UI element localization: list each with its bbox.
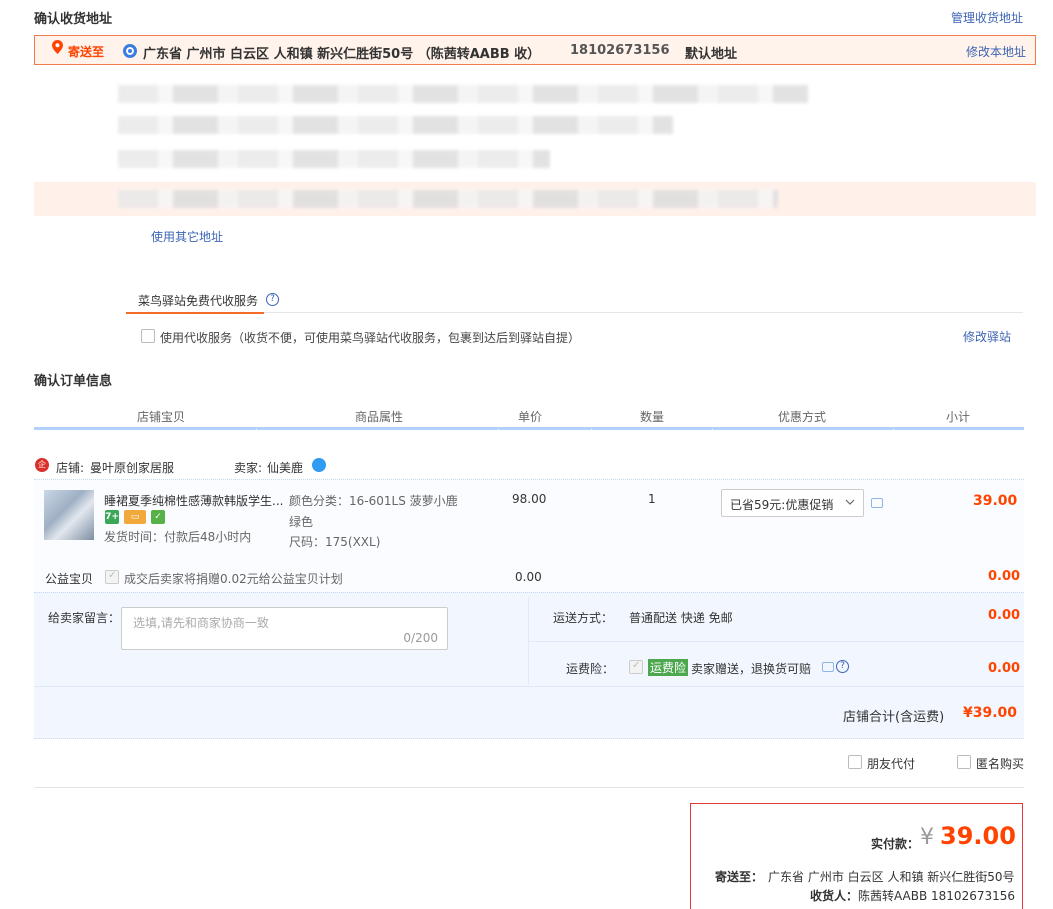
pay-receiver-value: 陈茜转AABB 18102673156 xyxy=(858,889,1016,903)
seller-message-input[interactable]: 选填,请先和商家协商一致 0/200 xyxy=(121,607,448,650)
column-header: 小计 xyxy=(946,410,971,424)
charity-price: 0.00 xyxy=(515,570,542,584)
guarantee-icon: ✓ xyxy=(151,510,165,524)
blurred-address-row[interactable] xyxy=(118,190,778,208)
divider xyxy=(528,641,1024,642)
cainiao-tab[interactable]: 菜鸟驿站免费代收服务 ? xyxy=(126,292,279,314)
address-section-title: 确认收货地址 xyxy=(34,12,113,27)
column-header: 数量 xyxy=(640,410,665,424)
promo-select-value: 已省59元:优惠促销 xyxy=(730,498,834,512)
insurance-label: 运费险： xyxy=(566,662,615,676)
question-circle-icon[interactable]: ? xyxy=(266,293,279,306)
column-header: 单价 xyxy=(518,410,543,424)
pay-ship-value: 广东省 广州市 白云区 人和镇 新兴仁胜街50号 xyxy=(768,870,1015,884)
insurance-checkbox[interactable] xyxy=(629,660,643,674)
message-counter: 0/200 xyxy=(403,631,438,645)
default-address-tag: 默认地址 xyxy=(685,47,738,62)
payment-summary: 实付款： ¥ 39.00 寄送至： 广东省 广州市 白云区 人和镇 新兴仁胜街5… xyxy=(690,803,1023,909)
wangwang-chat-icon[interactable] xyxy=(312,458,326,472)
attr-size: 尺码：175(XXL) xyxy=(289,535,381,549)
location-pin-icon xyxy=(52,40,63,54)
shop-total: ¥39.00 xyxy=(963,705,1018,721)
selected-address-text: 广东省 广州市 白云区 人和镇 新兴仁胜街50号 （陈茜转AABB 收） xyxy=(143,47,541,62)
shipping-label: 运送方式： xyxy=(553,611,614,625)
message-label: 给卖家留言： xyxy=(48,611,121,625)
blurred-address-row[interactable] xyxy=(118,85,808,103)
seller-label: 卖家: xyxy=(234,461,263,475)
cainiao-tab-label: 菜鸟驿站免费代收服务 xyxy=(138,294,259,308)
shop-label: 店铺: xyxy=(56,461,85,475)
promo-select[interactable]: 已省59元:优惠促销 xyxy=(721,489,864,517)
pay-ship-label: 寄送至： xyxy=(715,870,764,884)
manage-address-link[interactable]: 管理收货地址 xyxy=(951,9,1023,26)
promo-comment-icon[interactable] xyxy=(871,498,883,508)
shop-total-label: 店铺合计(含运费) xyxy=(843,710,945,725)
pay-receiver-label: 收货人： xyxy=(810,889,859,903)
insurance-tag: 运费险 xyxy=(648,659,689,676)
selected-address-row[interactable]: 寄送至 广东省 广州市 白云区 人和镇 新兴仁胜街50号 （陈茜转AABB 收）… xyxy=(34,35,1036,65)
question-circle-icon[interactable]: ? xyxy=(836,660,849,673)
blurred-address-row[interactable] xyxy=(118,150,550,168)
pay-amount: 39.00 xyxy=(940,822,1016,850)
friend-pay-checkbox[interactable] xyxy=(848,755,862,769)
charity-text: 成交后卖家将捐赠0.02元给公益宝贝计划 xyxy=(124,572,343,586)
edit-address-link[interactable]: 修改本地址 xyxy=(966,43,1026,60)
order-table-header: 店铺宝贝 商品属性 单价 数量 优惠方式 小计 xyxy=(34,405,1024,432)
selected-address-phone: 18102673156 xyxy=(570,43,670,58)
pay-label: 实付款： xyxy=(871,837,920,851)
product-thumbnail[interactable] xyxy=(44,490,94,540)
anonymous-label: 匿名购买 xyxy=(976,757,1025,771)
insurance-comment-icon[interactable] xyxy=(822,662,834,672)
shipping-value: 普通配送 快递 免邮 xyxy=(629,611,733,625)
credit-card-icon: ▭ xyxy=(124,510,146,524)
column-header: 店铺宝贝 xyxy=(137,410,186,424)
item-subtotal: 39.00 xyxy=(973,493,1018,509)
anonymous-checkbox[interactable] xyxy=(957,755,971,769)
friend-pay-label: 朋友代付 xyxy=(867,757,916,771)
column-header: 商品属性 xyxy=(355,410,404,424)
divider xyxy=(34,686,1024,687)
divider xyxy=(34,787,1024,788)
chevron-down-icon xyxy=(845,499,855,505)
shop-name-link[interactable]: 曼叶原创家居服 xyxy=(90,459,174,476)
edit-station-link[interactable]: 修改驿站 xyxy=(963,328,1011,345)
attr-color: 颜色分类：16-601LS 菠萝小鹿 xyxy=(289,494,458,508)
message-placeholder: 选填,请先和商家协商一致 xyxy=(133,616,269,630)
seller-name-link[interactable]: 仙美鹿 xyxy=(267,459,303,476)
attr-color-cont: 绿色 xyxy=(289,515,314,529)
blurred-address-row[interactable] xyxy=(118,116,673,134)
shipping-price: 0.00 xyxy=(988,608,1021,623)
seven-day-return-icon: 7+ xyxy=(105,510,119,524)
insurance-price: 0.00 xyxy=(988,661,1021,676)
order-section-title: 确认订单信息 xyxy=(34,374,113,389)
charity-label: 公益宝贝 xyxy=(45,572,94,586)
quantity: 1 xyxy=(648,492,656,506)
tmall-shop-icon: 企 xyxy=(35,458,49,472)
charity-checkbox[interactable] xyxy=(105,570,119,584)
product-title-link[interactable]: 睡裙夏季纯棉性感薄款韩版学生... xyxy=(104,492,283,509)
pay-currency: ¥ xyxy=(920,825,934,850)
unit-price: 98.00 xyxy=(512,492,547,506)
insurance-text: 卖家赠送，退换货可赔 xyxy=(691,662,812,676)
charity-subtotal: 0.00 xyxy=(988,569,1021,584)
delivery-time: 发货时间：付款后48小时内 xyxy=(104,530,252,544)
cainiao-checkbox[interactable] xyxy=(141,329,155,343)
column-header: 优惠方式 xyxy=(778,410,827,424)
cainiao-checkbox-label: 使用代收服务（收货不便，可使用菜鸟驿站代收服务，包裹到达后到驿站自提） xyxy=(160,331,581,345)
use-other-address-link[interactable]: 使用其它地址 xyxy=(151,228,223,245)
address-radio-selected-icon[interactable] xyxy=(123,44,137,58)
ship-to-label: 寄送至 xyxy=(68,45,105,59)
